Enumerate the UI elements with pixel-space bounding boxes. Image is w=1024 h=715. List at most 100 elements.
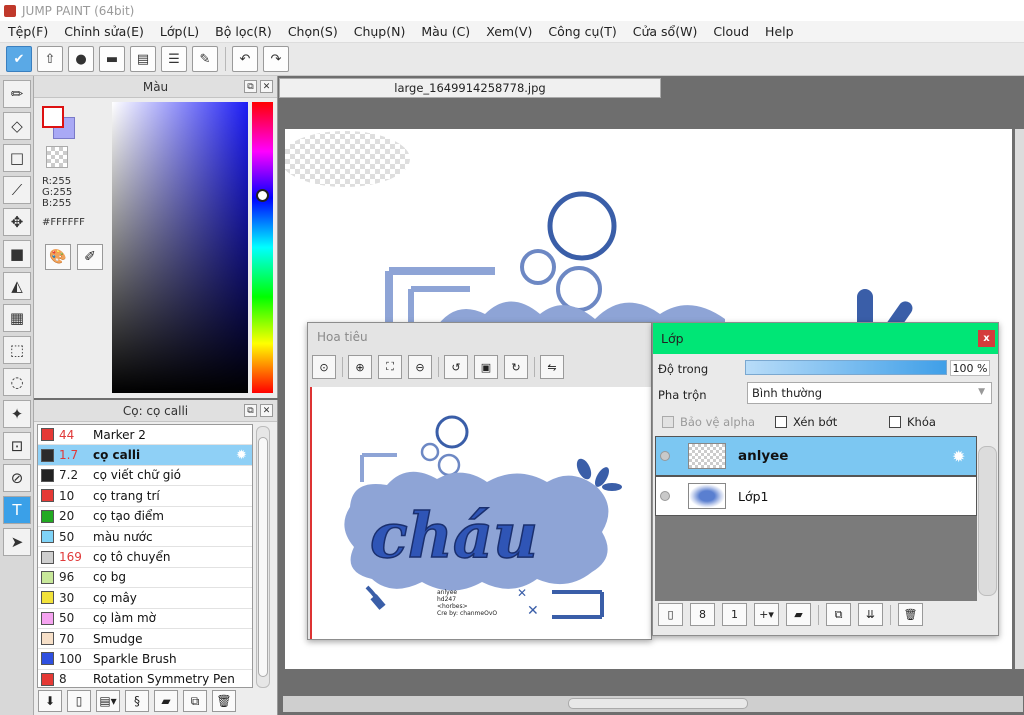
foreground-color-swatch[interactable] (42, 106, 64, 128)
scrollbar-thumb[interactable] (568, 698, 748, 709)
menu-capture[interactable]: Chụp(N) (346, 24, 414, 39)
hue-slider-handle[interactable] (256, 189, 269, 202)
clipping-checkbox[interactable]: Xén bớt (775, 415, 837, 429)
sync-icon[interactable]: ✔ (6, 46, 32, 72)
brush-row[interactable]: 100 Sparkle Brush (38, 649, 252, 670)
brush-row[interactable]: 7.2 cọ viết chữ gió (38, 466, 252, 487)
menu-cloud[interactable]: Cloud (705, 24, 757, 39)
zoom-actual-icon[interactable]: ⊙ (312, 355, 336, 379)
menu-file[interactable]: Tệp(F) (0, 24, 56, 39)
gear-icon[interactable]: ✹ (236, 448, 252, 463)
blend-mode-select[interactable]: Bình thường ▼ (747, 382, 992, 404)
menu-window[interactable]: Cửa sổ(W) (625, 24, 706, 39)
rotate-left-icon[interactable]: ↺ (444, 355, 468, 379)
brush-row[interactable]: 96 cọ bg (38, 568, 252, 589)
menu-help[interactable]: Help (757, 24, 802, 39)
new-1bit-layer-icon[interactable]: 1 (722, 603, 747, 626)
duplicate-brush-icon[interactable]: ⧉ (183, 690, 207, 712)
opacity-value[interactable]: 100 % (950, 360, 990, 376)
undock-icon[interactable]: ⧉ (244, 80, 257, 93)
opacity-slider[interactable] (745, 360, 947, 375)
brush-tool-icon[interactable]: ✏ (3, 80, 31, 108)
reset-rotation-icon[interactable]: ▣ (474, 355, 498, 379)
merge-down-icon[interactable]: ⇊ (858, 603, 883, 626)
move-tool-icon[interactable]: ✥ (3, 208, 31, 236)
fit-screen-icon[interactable]: ⛶ (378, 355, 402, 379)
select-eraser-icon[interactable]: ⊘ (3, 464, 31, 492)
undock-icon[interactable]: ⧉ (244, 404, 257, 417)
protect-alpha-checkbox[interactable]: Bảo vệ alpha (662, 415, 755, 429)
text-tool-icon[interactable]: T (3, 496, 31, 524)
settings-list-icon[interactable]: ☰ (161, 46, 187, 72)
edit-icon[interactable]: ✎ (192, 46, 218, 72)
brush-row[interactable]: 8 Rotation Symmetry Pen (38, 670, 252, 687)
undo-icon[interactable]: ↶ (232, 46, 258, 72)
lasso-select-icon[interactable]: ◌ (3, 368, 31, 396)
layer-list-scrollbar[interactable] (978, 446, 997, 596)
rect-select-icon[interactable]: ⬚ (3, 336, 31, 364)
lock-checkbox[interactable]: Khóa (889, 415, 936, 429)
transparent-color-swatch[interactable] (46, 146, 68, 168)
canvas-vertical-scrollbar[interactable] (1015, 129, 1024, 669)
menu-view[interactable]: Xem(V) (478, 24, 540, 39)
delete-layer-icon[interactable]: 🗑 (898, 603, 923, 626)
flip-horizontal-icon[interactable]: ⇋ (540, 355, 564, 379)
document-tab[interactable]: large_1649914258778.jpg (279, 78, 661, 98)
brush-row[interactable]: 169 cọ tô chuyển (38, 547, 252, 568)
brush-row[interactable]: 50 màu nước (38, 527, 252, 548)
close-icon[interactable]: ✕ (260, 404, 273, 417)
line-tool-icon[interactable]: ⟋ (3, 176, 31, 204)
brush-row[interactable]: 50 cọ làm mờ (38, 609, 252, 629)
magic-wand-icon[interactable]: ✦ (3, 400, 31, 428)
visibility-toggle[interactable] (656, 451, 674, 461)
brush-row[interactable]: 1.7 cọ calli ✹ (38, 445, 252, 466)
new-8bit-layer-icon[interactable]: 8 (690, 603, 715, 626)
brush-download-icon[interactable]: ⬇ (38, 690, 62, 712)
canvas-horizontal-scrollbar[interactable] (283, 696, 1023, 712)
add-layer-dropdown-icon[interactable]: +▾ (754, 603, 779, 626)
select-pen-icon[interactable]: ⊡ (3, 432, 31, 460)
palette-icon[interactable]: 🎨 (45, 244, 71, 270)
visibility-toggle[interactable] (656, 491, 674, 501)
duplicate-layer-icon[interactable]: ⧉ (826, 603, 851, 626)
saturation-value-picker[interactable] (112, 102, 248, 393)
share-icon[interactable]: ⇧ (37, 46, 63, 72)
brush-list-scrollbar[interactable] (256, 426, 270, 688)
brush-row[interactable]: 70 Smudge (38, 629, 252, 650)
brush-row[interactable]: 10 cọ trang trí (38, 486, 252, 507)
close-icon[interactable]: x (978, 330, 995, 347)
zoom-out-icon[interactable]: ⊖ (408, 355, 432, 379)
bucket-tool-icon[interactable]: ◭ (3, 272, 31, 300)
gradient-tool-icon[interactable]: ▦ (3, 304, 31, 332)
brush-type-dropdown-icon[interactable]: ▤▾ (96, 690, 120, 712)
menu-tools[interactable]: Công cụ(T) (540, 24, 624, 39)
new-brush-icon[interactable]: ▯ (67, 690, 91, 712)
new-layer-icon[interactable]: ▯ (658, 603, 683, 626)
menu-layer[interactable]: Lớp(L) (152, 24, 207, 39)
comment-icon[interactable]: ● (68, 46, 94, 72)
fill-rect-tool-icon[interactable]: ■ (3, 240, 31, 268)
pointer-tool-icon[interactable]: ➤ (3, 528, 31, 556)
zoom-in-icon[interactable]: ⊕ (348, 355, 372, 379)
layer-row[interactable]: Lớp1 (655, 476, 977, 516)
brush-row[interactable]: 44 Marker 2 (38, 425, 252, 446)
brush-settings-icon[interactable]: § (125, 690, 149, 712)
menu-select[interactable]: Chọn(S) (280, 24, 346, 39)
message-icon[interactable]: ▬ (99, 46, 125, 72)
close-icon[interactable]: ✕ (260, 80, 273, 93)
page-icon[interactable]: ▤ (130, 46, 156, 72)
scrollbar-thumb[interactable] (258, 437, 268, 677)
palette-edit-icon[interactable]: ✐ (77, 244, 103, 270)
menu-edit[interactable]: Chỉnh sửa(E) (56, 24, 152, 39)
layer-row[interactable]: anlyee ✹ (655, 436, 977, 476)
brush-folder-icon[interactable]: ▰ (154, 690, 178, 712)
brush-row[interactable]: 20 cọ tạo điểm (38, 507, 252, 527)
menu-filter[interactable]: Bộ lọc(R) (207, 24, 280, 39)
gear-icon[interactable]: ✹ (952, 447, 976, 466)
menu-color[interactable]: Màu (C) (413, 24, 478, 39)
delete-brush-icon[interactable]: 🗑 (212, 690, 236, 712)
brush-row[interactable]: 30 cọ mây (38, 588, 252, 609)
hue-slider[interactable] (252, 102, 273, 393)
eraser-tool-icon[interactable]: ◇ (3, 112, 31, 140)
rotate-right-icon[interactable]: ↻ (504, 355, 528, 379)
